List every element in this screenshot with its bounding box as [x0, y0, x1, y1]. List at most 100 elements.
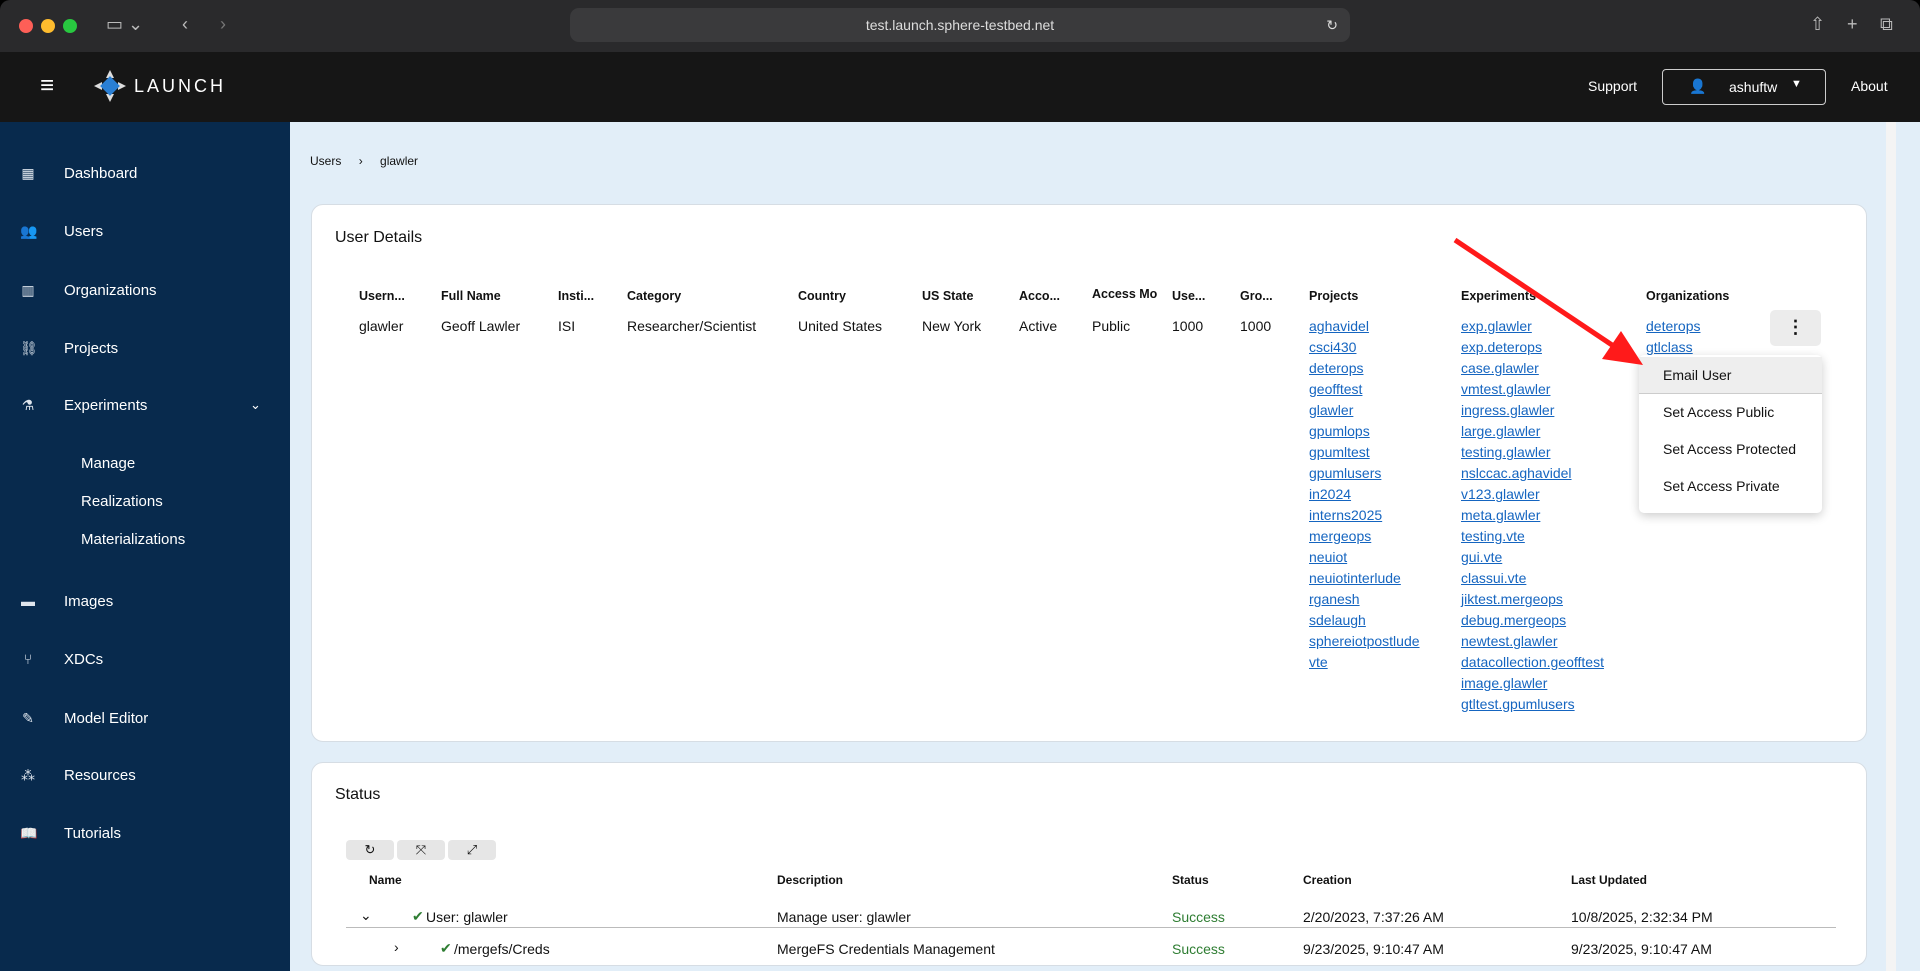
- experiment-link[interactable]: v123.glawler: [1461, 484, 1604, 505]
- close-window-button[interactable]: [19, 19, 33, 33]
- experiment-link[interactable]: gui.vte: [1461, 547, 1604, 568]
- col-account[interactable]: Acco...: [1019, 289, 1060, 303]
- experiment-link[interactable]: debug.mergeops: [1461, 610, 1604, 631]
- col-uid[interactable]: Use...: [1172, 289, 1205, 303]
- col-country[interactable]: Country: [798, 289, 846, 303]
- col-projects[interactable]: Projects: [1309, 289, 1358, 303]
- chevron-right-icon[interactable]: ›: [394, 939, 399, 955]
- project-link[interactable]: geofftest: [1309, 379, 1420, 400]
- sidebar-item-dashboard[interactable]: ▦ Dashboard: [0, 153, 290, 193]
- address-bar[interactable]: test.launch.sphere-testbed.net ↻: [570, 8, 1350, 42]
- experiment-link[interactable]: vmtest.glawler: [1461, 379, 1604, 400]
- col-name: Name: [369, 873, 402, 887]
- project-link[interactable]: aghavidel: [1309, 316, 1420, 337]
- sidebar-subitem-manage[interactable]: Manage: [81, 455, 135, 472]
- users-icon: 👥: [20, 222, 38, 239]
- status-card: Status ↻ ⤧ ⤢ Name Description Status Cre…: [311, 762, 1867, 966]
- collapse-all-button[interactable]: ⤧: [397, 840, 445, 860]
- sidebar-item-label: Organizations: [64, 281, 157, 299]
- new-tab-icon[interactable]: +: [1847, 14, 1858, 35]
- project-link[interactable]: in2024: [1309, 484, 1420, 505]
- sidebar-item-projects[interactable]: ⛓ Projects: [0, 328, 290, 368]
- experiment-link[interactable]: jiktest.mergeops: [1461, 589, 1604, 610]
- project-link[interactable]: mergeops: [1309, 526, 1420, 547]
- sidebar-item-images[interactable]: ▬ Images: [0, 581, 290, 621]
- back-icon[interactable]: ‹: [182, 14, 188, 35]
- sidebar-item-experiments[interactable]: ⚗ Experiments ⌄: [0, 385, 290, 425]
- menu-item-set-access-protected[interactable]: Set Access Protected: [1639, 431, 1822, 468]
- project-link[interactable]: neuiotinterlude: [1309, 568, 1420, 589]
- project-link[interactable]: gpumlusers: [1309, 463, 1420, 484]
- project-link[interactable]: csci430: [1309, 337, 1420, 358]
- experiment-link[interactable]: exp.deterops: [1461, 337, 1604, 358]
- menu-item-set-access-private[interactable]: Set Access Private: [1639, 468, 1822, 505]
- chevron-down-icon[interactable]: ⌄: [360, 907, 372, 924]
- col-full-name[interactable]: Full Name: [441, 289, 501, 303]
- tabs-overview-icon[interactable]: ⧉: [1880, 14, 1893, 35]
- share-icon[interactable]: ⇧: [1810, 14, 1825, 35]
- minimize-window-button[interactable]: [41, 19, 55, 33]
- reload-icon[interactable]: ↻: [1326, 8, 1338, 42]
- drive-icon: ▬: [21, 593, 35, 609]
- col-organizations[interactable]: Organizations: [1646, 289, 1729, 303]
- project-link[interactable]: interns2025: [1309, 505, 1420, 526]
- support-link[interactable]: Support: [1588, 78, 1637, 94]
- sidebar-item-resources[interactable]: ⁂ Resources: [0, 755, 290, 795]
- expand-all-button[interactable]: ⤢: [448, 840, 496, 860]
- experiment-link[interactable]: meta.glawler: [1461, 505, 1604, 526]
- experiment-link[interactable]: datacollection.geofftest: [1461, 652, 1604, 673]
- experiment-link[interactable]: exp.glawler: [1461, 316, 1604, 337]
- experiment-link[interactable]: image.glawler: [1461, 673, 1604, 694]
- experiment-link[interactable]: newtest.glawler: [1461, 631, 1604, 652]
- project-link[interactable]: deterops: [1309, 358, 1420, 379]
- experiment-link[interactable]: gtltest.gpumlusers: [1461, 694, 1604, 715]
- refresh-button[interactable]: ↻: [346, 840, 394, 860]
- maximize-window-button[interactable]: [63, 19, 77, 33]
- more-actions-button[interactable]: ⋮: [1770, 310, 1821, 346]
- sidebar-toggle-icon[interactable]: ▭ ⌄: [106, 14, 143, 35]
- experiment-link[interactable]: case.glawler: [1461, 358, 1604, 379]
- scrollbar[interactable]: [1886, 122, 1896, 971]
- experiment-link[interactable]: classui.vte: [1461, 568, 1604, 589]
- experiment-link[interactable]: large.glawler: [1461, 421, 1604, 442]
- col-access-mode[interactable]: Access Mo: [1092, 287, 1157, 301]
- experiment-link[interactable]: testing.glawler: [1461, 442, 1604, 463]
- table-row[interactable]: › ✔ /mergefs/Creds MergeFS Credentials M…: [312, 931, 1868, 961]
- about-link[interactable]: About: [1851, 78, 1888, 94]
- user-menu-button[interactable]: 👤 ashuftw ▼: [1662, 69, 1826, 105]
- project-link[interactable]: vte: [1309, 652, 1420, 673]
- experiment-link[interactable]: nslccac.aghavidel: [1461, 463, 1604, 484]
- project-link[interactable]: gpumlops: [1309, 421, 1420, 442]
- project-link[interactable]: rganesh: [1309, 589, 1420, 610]
- col-institution[interactable]: Insti...: [558, 289, 594, 303]
- sidebar-item-tutorials[interactable]: 📖 Tutorials: [0, 813, 290, 853]
- col-us-state[interactable]: US State: [922, 289, 973, 303]
- sidebar-subitem-realizations[interactable]: Realizations: [81, 493, 163, 510]
- col-gid[interactable]: Gro...: [1240, 289, 1273, 303]
- book-icon: 📖: [20, 824, 38, 841]
- project-link[interactable]: glawler: [1309, 400, 1420, 421]
- organization-link[interactable]: deterops: [1646, 316, 1700, 337]
- col-username[interactable]: Usern...: [359, 289, 405, 303]
- project-link[interactable]: gpumltest: [1309, 442, 1420, 463]
- project-link[interactable]: neuiot: [1309, 547, 1420, 568]
- col-category[interactable]: Category: [627, 289, 681, 303]
- project-link[interactable]: sdelaugh: [1309, 610, 1420, 631]
- forward-icon[interactable]: ›: [220, 14, 226, 35]
- kebab-menu-icon: ⋮: [1786, 317, 1805, 337]
- sidebar-item-users[interactable]: 👥 Users: [0, 211, 290, 251]
- project-link[interactable]: sphereiotpostlude: [1309, 631, 1420, 652]
- sidebar-item-xdcs[interactable]: ⑂ XDCs: [0, 639, 290, 679]
- experiment-link[interactable]: ingress.glawler: [1461, 400, 1604, 421]
- menu-item-email-user[interactable]: Email User: [1639, 357, 1822, 394]
- table-row[interactable]: ⌄ ✔ User: glawler Manage user: glawler S…: [312, 899, 1868, 927]
- sidebar-item-organizations[interactable]: ▥ Organizations: [0, 270, 290, 310]
- sidebar-subitem-materializations[interactable]: Materializations: [81, 531, 185, 548]
- col-experiments[interactable]: Experiments: [1461, 289, 1536, 303]
- menu-item-set-access-public[interactable]: Set Access Public: [1639, 394, 1822, 431]
- experiment-link[interactable]: testing.vte: [1461, 526, 1604, 547]
- hamburger-menu-icon[interactable]: ≡: [40, 72, 54, 100]
- sidebar-item-model-editor[interactable]: ✎ Model Editor: [0, 698, 290, 738]
- sidebar-item-label: Model Editor: [64, 709, 149, 727]
- breadcrumb-users-link[interactable]: Users: [310, 154, 341, 168]
